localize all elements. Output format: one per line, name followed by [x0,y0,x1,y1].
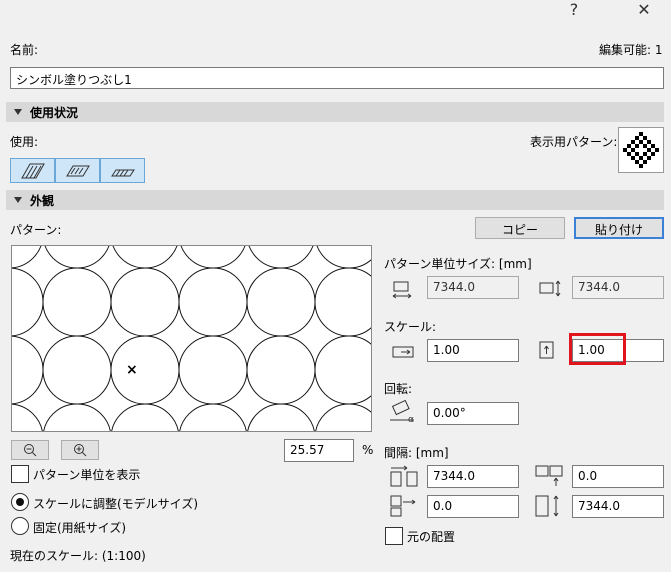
rotation-field[interactable]: 0.00° [427,402,519,425]
pattern-circle [12,403,43,431]
display-pattern-label: 表示用パターン: [530,135,618,149]
pattern-circle [248,246,314,269]
vertical-offset-icon [390,495,416,517]
rotation-label: 回転: [384,382,413,396]
scale-y-highlight-box [569,333,626,365]
vertical-spacing-icon [535,495,559,517]
pattern-preview[interactable]: × [11,245,372,432]
scale-y-icon [539,341,554,359]
origin-marker-icon: × [126,362,138,378]
pattern-circle [178,267,248,337]
scale-x-field[interactable]: 1.00 [427,339,519,362]
pattern-circle [12,267,44,337]
editable-count-label: 編集可能: 1 [599,43,663,57]
pattern-circle [314,267,371,337]
horizontal-spacing-icon [390,465,418,487]
horizontal-offset-icon [535,465,563,486]
svg-text:α: α [408,415,414,424]
pattern-circle [247,403,315,431]
zoom-percent-field[interactable]: 25.57 [284,439,354,462]
pattern-circle [12,335,44,405]
pattern-circle [44,246,110,269]
usage-label: 使用: [10,135,39,149]
cover-fill-icon [65,165,90,176]
scale-model-radio[interactable] [11,493,29,511]
zoom-out-icon [24,444,37,457]
pattern-circle [178,335,248,405]
name-field[interactable]: シンボル塗りつぶし1 [10,67,664,89]
fixed-paper-label: 固定(用紙サイズ) [33,521,127,535]
diamond-pattern-icon [623,132,659,168]
pattern-circle [110,335,180,405]
pattern-circle [316,246,371,269]
vertical-spacing-field[interactable]: 7344.0 [572,495,664,518]
name-label: 名前: [10,43,39,57]
spacing-label: 間隔: [mm] [384,446,449,460]
zoom-out-button[interactable] [11,440,49,460]
pattern-circle [246,267,316,337]
close-icon[interactable]: ✕ [634,0,654,19]
cut-fill-icon [20,163,45,178]
horizontal-spacing-field[interactable]: 7344.0 [427,465,519,488]
drafting-fill-icon [110,169,135,176]
usage-cover-fill-button[interactable] [55,158,100,183]
pattern-circle [246,335,316,405]
help-icon[interactable]: ? [566,0,582,19]
unit-width-field: 7344.0 [427,276,519,299]
pattern-circle [315,403,371,431]
pattern-circle [12,246,42,269]
pattern-circle [180,246,246,269]
pattern-circle [42,267,112,337]
radio-selected-dot [16,498,24,506]
unit-height-icon [539,280,561,297]
scale-x-icon [392,346,414,358]
scale-model-label: スケールに調整(モデルサイズ) [33,497,199,511]
display-pattern-preview[interactable] [618,127,664,173]
appearance-section-header[interactable]: 外観 [6,190,664,210]
collapse-triangle-icon [14,109,22,115]
copy-button[interactable]: コピー [475,217,565,239]
pattern-circle [42,335,112,405]
origin-checkbox[interactable] [385,527,403,545]
collapse-triangle-icon [14,197,22,203]
pattern-circle [110,267,180,337]
origin-label: 元の配置 [407,530,456,544]
pattern-circle [179,403,247,431]
zoom-in-icon [74,444,87,457]
circle-pattern-graphic [12,246,371,431]
current-scale-label: 現在のスケール: (1:100) [10,549,146,563]
pattern-label: パターン: [10,223,62,237]
rotation-angle-icon: α [390,400,414,424]
horizontal-offset-field[interactable]: 0.0 [572,465,664,488]
show-unit-label: パターン単位を表示 [33,468,141,482]
zoom-in-button[interactable] [61,440,99,460]
zoom-unit-label: % [362,443,374,457]
show-unit-checkbox[interactable] [11,465,29,483]
unit-width-icon [392,281,412,299]
unit-height-field: 7344.0 [572,276,664,299]
usage-drafting-fill-button[interactable] [100,158,145,183]
pattern-circle [43,403,111,431]
pattern-circle [314,335,371,405]
pattern-circle [111,403,179,431]
appearance-section-title: 外観 [30,194,55,208]
paste-button[interactable]: 貼り付け [574,217,664,239]
unit-size-label: パターン単位サイズ: [mm] [384,257,532,271]
fixed-paper-radio[interactable] [11,517,29,535]
pattern-circle [112,246,178,269]
usage-section-header[interactable]: 使用状況 [6,102,664,122]
scale-label: スケール: [384,320,437,334]
vertical-offset-field[interactable]: 0.0 [427,495,519,518]
usage-cut-fill-button[interactable] [10,158,55,183]
usage-section-title: 使用状況 [30,106,79,120]
